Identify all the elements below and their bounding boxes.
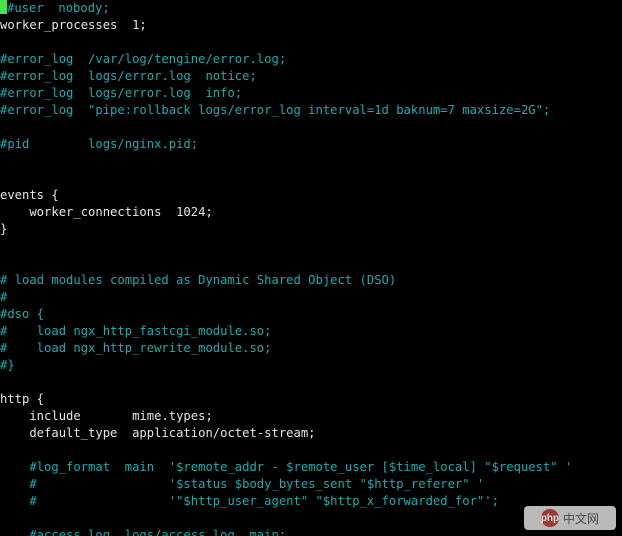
watermark-label: 中文网: [563, 510, 599, 527]
code-line: # load modules compiled as Dynamic Share…: [0, 273, 396, 287]
code-line: #error_log "pipe:rollback logs/error_log…: [0, 103, 550, 117]
code-line: events {: [0, 188, 59, 202]
code-line: http {: [0, 392, 44, 406]
code-line: # load ngx_http_fastcgi_module.so;: [0, 324, 272, 338]
code-line: }: [0, 222, 7, 236]
code-line: #access_log logs/access.log main;: [0, 528, 286, 536]
code-line: #log_format main '$remote_addr - $remote…: [0, 460, 572, 474]
code-line: #error_log logs/error.log notice;: [0, 69, 257, 83]
code-line: worker_processes 1;: [0, 18, 147, 32]
code-line: include mime.types;: [0, 409, 213, 423]
php-logo-icon: php: [541, 509, 559, 527]
code-line: #error_log /var/log/tengine/error.log;: [0, 52, 286, 66]
code-line: #: [0, 290, 7, 304]
code-line: worker_connections 1024;: [0, 205, 213, 219]
code-line: #}: [0, 358, 15, 372]
terminal-editor[interactable]: #user nobody; worker_processes 1; #error…: [0, 0, 622, 536]
code-line: #dso {: [0, 307, 44, 321]
code-line: # '"$http_user_agent" "$http_x_forwarded…: [0, 494, 499, 508]
code-line: # load ngx_http_rewrite_module.so;: [0, 341, 272, 355]
watermark-badge: php 中文网: [524, 506, 616, 530]
code-line: #error_log logs/error.log info;: [0, 86, 242, 100]
text-cursor: [0, 0, 7, 14]
code-line: #user nobody;: [7, 1, 110, 15]
code-line: # '$status $body_bytes_sent "$http_refer…: [0, 477, 484, 491]
code-line: #pid logs/nginx.pid;: [0, 137, 198, 151]
code-line: default_type application/octet-stream;: [0, 426, 316, 440]
